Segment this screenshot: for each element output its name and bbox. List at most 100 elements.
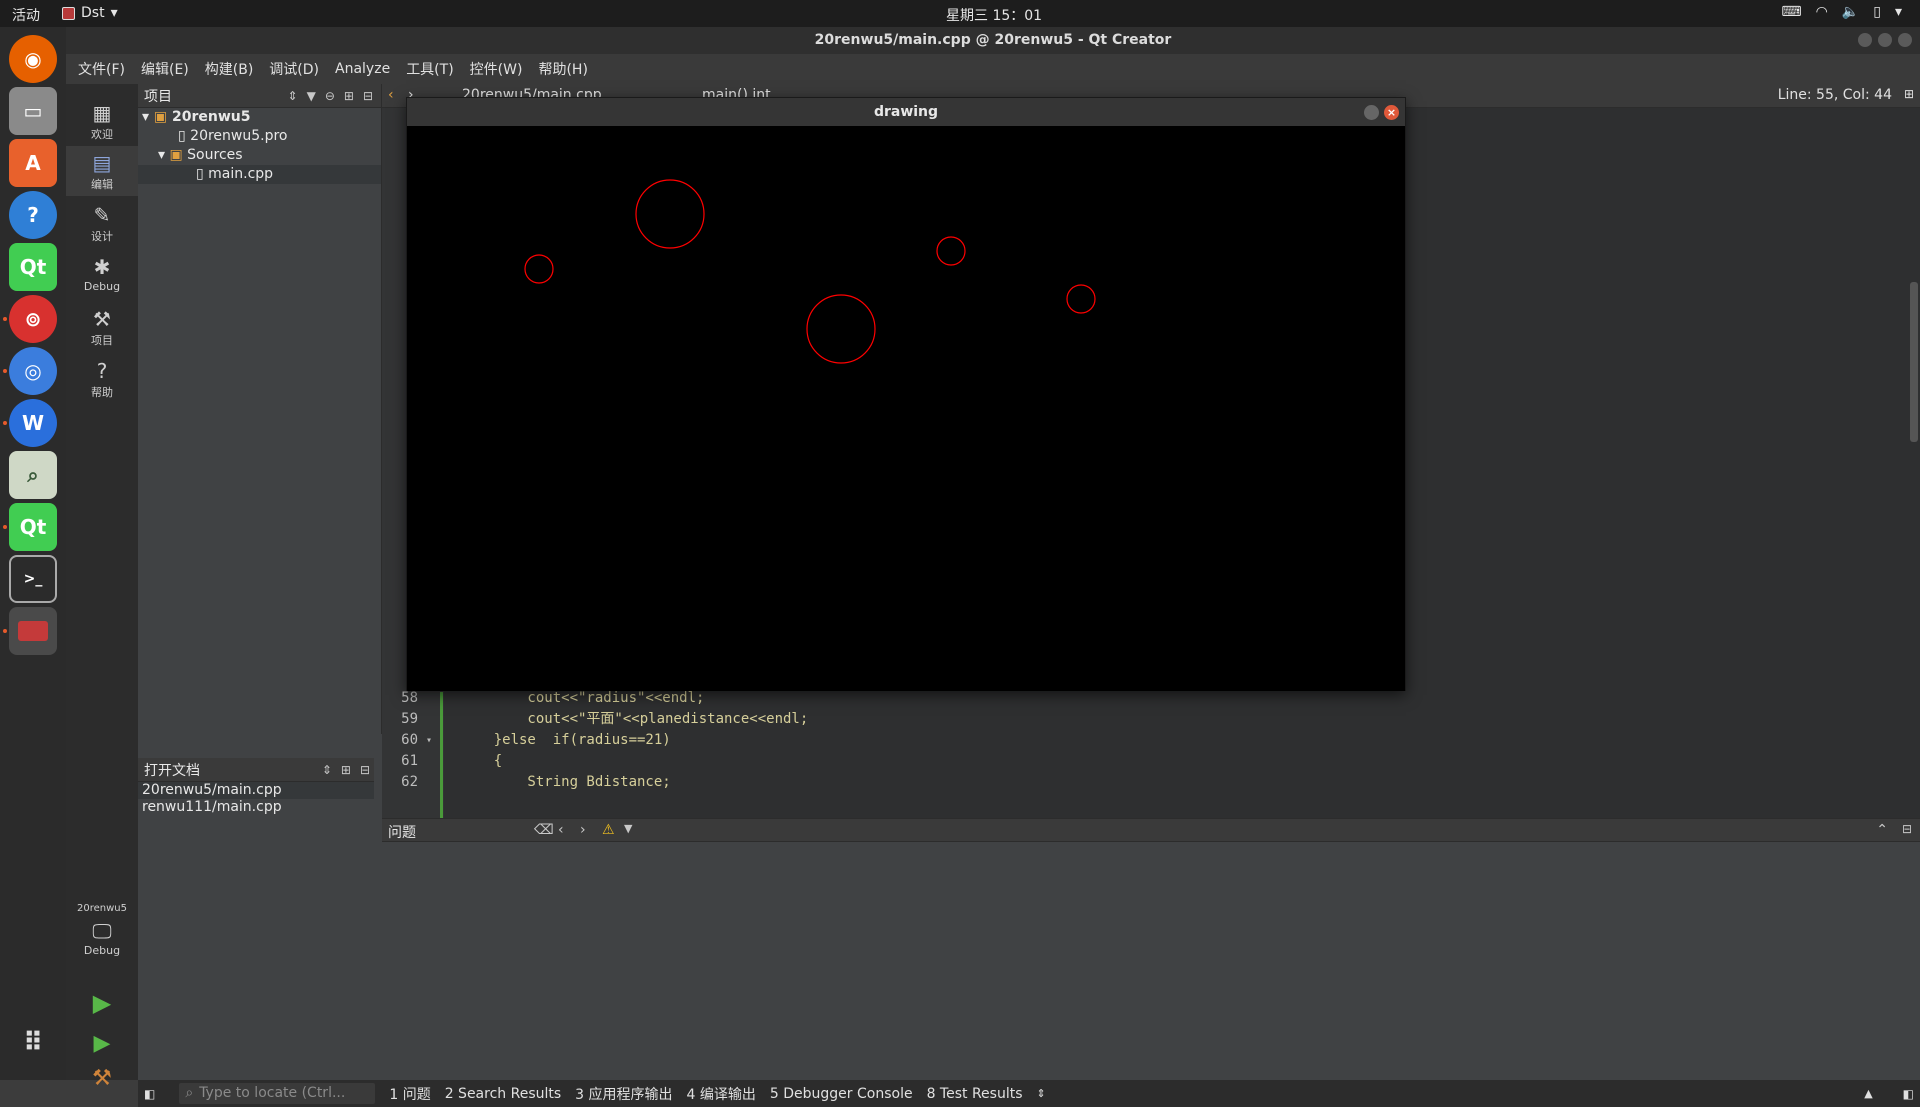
menu-edit[interactable]: 编辑(E) <box>141 59 189 79</box>
code-line[interactable]: cout<<"radius"<<endl; <box>460 688 704 709</box>
netease-music-icon[interactable]: ⊚ <box>9 295 57 343</box>
open-doc-item[interactable]: renwu111/main.cpp <box>138 799 374 816</box>
software-center-icon[interactable]: A <box>9 139 57 187</box>
locator-input[interactable]: ⌕ Type to locate (Ctrl... <box>179 1083 376 1104</box>
sort-icon[interactable]: ⇕ <box>322 763 332 777</box>
image-viewer-icon[interactable]: ⌕ <box>9 451 57 499</box>
mode-edit[interactable]: ▤ 编辑 <box>66 146 138 196</box>
open-documents-title[interactable]: 打开文档 <box>144 760 200 780</box>
qt-creator-icon[interactable]: Qt <box>9 503 57 551</box>
output-tab-tests[interactable]: 8 Test Results <box>927 1086 1023 1102</box>
sort-icon[interactable]: ⇕ <box>288 89 298 103</box>
output-tab-search[interactable]: 2 Search Results <box>445 1086 561 1102</box>
bug-icon: ✱ <box>93 255 111 279</box>
code-line[interactable]: String Bdistance; <box>460 772 670 793</box>
scrollbar-thumb[interactable] <box>1910 282 1918 442</box>
kit-project: 20renwu5 <box>77 903 127 914</box>
code-line[interactable]: cout<<"平面"<<planedistance<<endl; <box>460 709 808 730</box>
close-pane-icon[interactable]: ⊟ <box>360 763 370 777</box>
link-icon[interactable]: ⊖ <box>325 89 335 103</box>
mode-welcome[interactable]: ▦ 欢迎 <box>66 96 138 146</box>
split-icon[interactable]: ⊞ <box>344 89 354 103</box>
system-tray[interactable]: ⌨ ◠ 🔈 ▯ ▾ <box>1781 4 1902 20</box>
minimize-button[interactable] <box>1364 105 1379 120</box>
prev-icon[interactable]: ‹ <box>558 822 564 838</box>
cursor-position[interactable]: Line: 55, Col: 44 <box>1778 87 1892 103</box>
filter-icon[interactable]: ▼ <box>624 822 632 835</box>
debug-run-button[interactable]: ▶ <box>66 1026 138 1062</box>
mode-design[interactable]: ✎ 设计 <box>66 198 138 248</box>
close-pane-icon[interactable]: ⊟ <box>363 89 373 103</box>
line-number: 60 <box>401 732 418 748</box>
mode-help[interactable]: ? 帮助 <box>66 354 138 404</box>
clean-icon[interactable]: ⌫ <box>534 822 554 838</box>
drawing-app-icon[interactable] <box>9 607 57 655</box>
tree-sources[interactable]: ▾ ▣ Sources <box>138 146 381 165</box>
app-menu[interactable]: Dst ▾ <box>62 5 118 21</box>
qt-designer-icon[interactable]: Qt <box>9 243 57 291</box>
help-icon[interactable]: ? <box>9 191 57 239</box>
chrome-icon[interactable]: ◎ <box>9 347 57 395</box>
minimize-button[interactable] <box>1858 33 1872 47</box>
toggle-sidebar-icon[interactable]: ◧ <box>144 1087 155 1101</box>
tree-pro-file[interactable]: ▯ 20renwu5.pro <box>138 127 381 146</box>
wifi-icon[interactable]: ◠ <box>1816 4 1828 20</box>
mode-projects[interactable]: ⚒ 项目 <box>66 302 138 352</box>
wps-icon[interactable]: W <box>9 399 57 447</box>
toggle-output-icon[interactable]: ◧ <box>1903 1087 1914 1101</box>
volume-icon[interactable]: 🔈 <box>1842 4 1859 20</box>
issues-list[interactable] <box>382 842 1920 1080</box>
tree-project[interactable]: ▾ ▣ 20renwu5 <box>138 108 381 127</box>
show-applications-icon[interactable]: ⠿ <box>9 1019 57 1067</box>
close-button[interactable] <box>1898 33 1912 47</box>
clock[interactable]: 星期三 15：01 <box>946 5 1042 25</box>
vertical-scrollbar[interactable] <box>1910 112 1918 812</box>
menu-tools[interactable]: 工具(T) <box>406 59 453 79</box>
split-icon[interactable]: ⊞ <box>341 763 351 777</box>
menu-debug[interactable]: 调试(D) <box>269 59 319 79</box>
kit-selector[interactable]: 20renwu5 🖵 Debug <box>66 899 138 979</box>
up-arrow-icon[interactable]: ▲ <box>1864 1087 1872 1100</box>
maximize-pane-icon[interactable]: ⌃ <box>1876 822 1888 838</box>
drawing-canvas[interactable] <box>407 126 1405 691</box>
output-tab-debugger[interactable]: 5 Debugger Console <box>770 1086 913 1102</box>
activities-button[interactable]: 活动 <box>12 5 40 25</box>
next-icon[interactable]: › <box>580 822 586 838</box>
split-icon[interactable]: ⊞ <box>1904 87 1914 101</box>
menu-analyze[interactable]: Analyze <box>335 61 390 77</box>
maximize-button[interactable] <box>1878 33 1892 47</box>
terminal-icon[interactable]: >_ <box>9 555 57 603</box>
warning-icon[interactable]: ⚠ <box>602 822 615 838</box>
close-button[interactable]: × <box>1384 105 1399 120</box>
output-tab-issues[interactable]: 1 问题 <box>389 1084 430 1104</box>
file-manager-icon[interactable]: ▭ <box>9 87 57 135</box>
more-tabs-icon[interactable]: ⇕ <box>1037 1087 1046 1100</box>
build-button[interactable]: ⚒ <box>66 1064 138 1094</box>
tree-main-cpp[interactable]: ▯ main.cpp <box>138 165 381 184</box>
menu-widgets[interactable]: 控件(W) <box>470 59 523 79</box>
filter-icon[interactable]: ▼ <box>307 89 316 103</box>
menu-help[interactable]: 帮助(H) <box>538 59 587 79</box>
window-title-bar: 20renwu5/main.cpp @ 20renwu5 - Qt Creato… <box>66 27 1920 54</box>
run-button[interactable]: ▶ <box>66 984 138 1022</box>
menu-build[interactable]: 构建(B) <box>205 59 254 79</box>
keyboard-icon[interactable]: ⌨ <box>1781 4 1801 20</box>
drawing-title-bar[interactable]: drawing × <box>407 98 1405 126</box>
close-pane-icon[interactable]: ⊟ <box>1902 822 1912 836</box>
output-tab-app-output[interactable]: 3 应用程序输出 <box>575 1084 672 1104</box>
code-line[interactable]: { <box>460 751 502 772</box>
chevron-down-icon[interactable]: ▾ <box>1895 4 1902 20</box>
output-tab-compile[interactable]: 4 编译输出 <box>687 1084 756 1104</box>
mode-debug[interactable]: ✱ Debug <box>66 250 138 300</box>
firefox-icon[interactable]: ◉ <box>9 35 57 83</box>
projects-title[interactable]: 项目 <box>144 86 172 106</box>
menu-file[interactable]: 文件(F) <box>78 59 125 79</box>
back-arrow-icon[interactable]: ‹ <box>388 87 394 103</box>
code-line[interactable]: }else if(radius==21) <box>460 730 671 751</box>
line-number: 61 <box>401 753 418 769</box>
app-name: Dst <box>81 5 105 21</box>
fold-icon[interactable]: ▾ <box>426 730 432 751</box>
battery-icon[interactable]: ▯ <box>1873 4 1881 20</box>
app-icon <box>62 6 75 20</box>
open-doc-item[interactable]: 20renwu5/main.cpp <box>138 782 374 799</box>
